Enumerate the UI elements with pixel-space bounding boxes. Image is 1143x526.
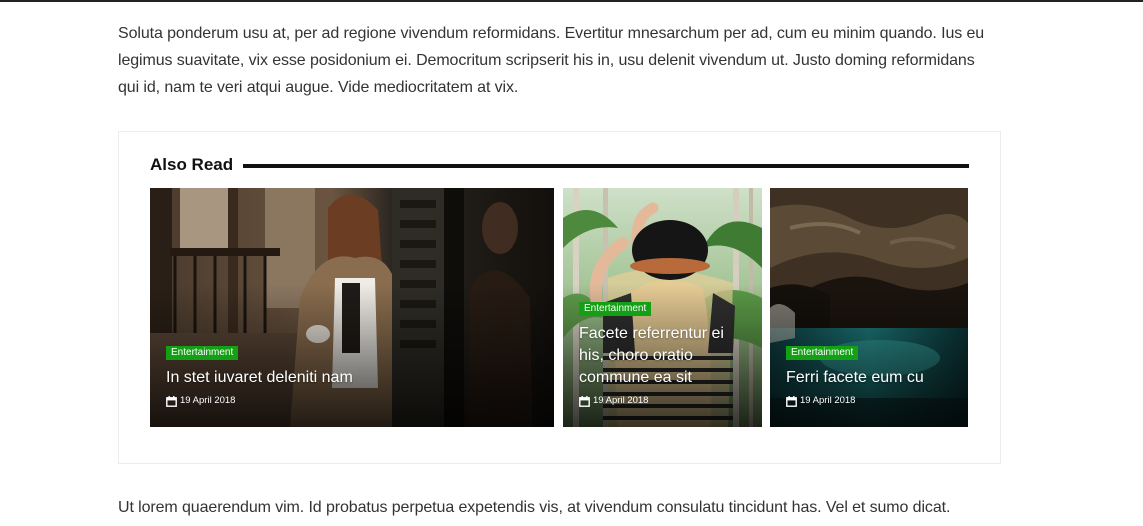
article-paragraph-bottom: Ut lorem quaerendum vim. Id probatus per… [118, 499, 951, 516]
card-date: 19 April 2018 [786, 395, 956, 407]
also-read-header: Also Read [150, 153, 969, 177]
category-badge[interactable]: Entertainment [786, 346, 859, 360]
also-read-card-2[interactable]: Entertainment Facete referrentur ei his,… [563, 188, 762, 427]
also-read-card-3[interactable]: Entertainment Ferri facete eum cu 19 Apr… [770, 188, 968, 427]
category-badge[interactable]: Entertainment [579, 302, 652, 316]
also-read-section: Also Read Entertainment In stet iuvaret … [118, 131, 1001, 464]
article-paragraph-top: Soluta ponderum usu at, per ad regione v… [118, 25, 985, 96]
category-badge[interactable]: Entertainment [166, 346, 239, 360]
card-title[interactable]: Ferri facete eum cu [786, 367, 956, 389]
date-text: 19 April 2018 [800, 395, 856, 406]
heading-divider [243, 164, 969, 168]
top-border [0, 0, 1143, 2]
date-text: 19 April 2018 [180, 395, 236, 406]
calendar-icon [786, 395, 797, 407]
calendar-icon [579, 395, 590, 407]
also-read-heading: Also Read [150, 155, 234, 174]
card-title[interactable]: In stet iuvaret deleniti nam [166, 367, 542, 389]
card-content: Entertainment In stet iuvaret deleniti n… [166, 342, 542, 407]
calendar-icon [166, 395, 177, 407]
card-content: Entertainment Facete referrentur ei his,… [579, 298, 750, 407]
card-content: Entertainment Ferri facete eum cu 19 Apr… [786, 342, 956, 407]
card-date: 19 April 2018 [166, 395, 542, 407]
card-date: 19 April 2018 [579, 395, 750, 407]
card-title[interactable]: Facete referrentur ei his, choro oratio … [579, 323, 750, 389]
also-read-card-1[interactable]: Entertainment In stet iuvaret deleniti n… [150, 188, 554, 427]
date-text: 19 April 2018 [593, 395, 649, 406]
